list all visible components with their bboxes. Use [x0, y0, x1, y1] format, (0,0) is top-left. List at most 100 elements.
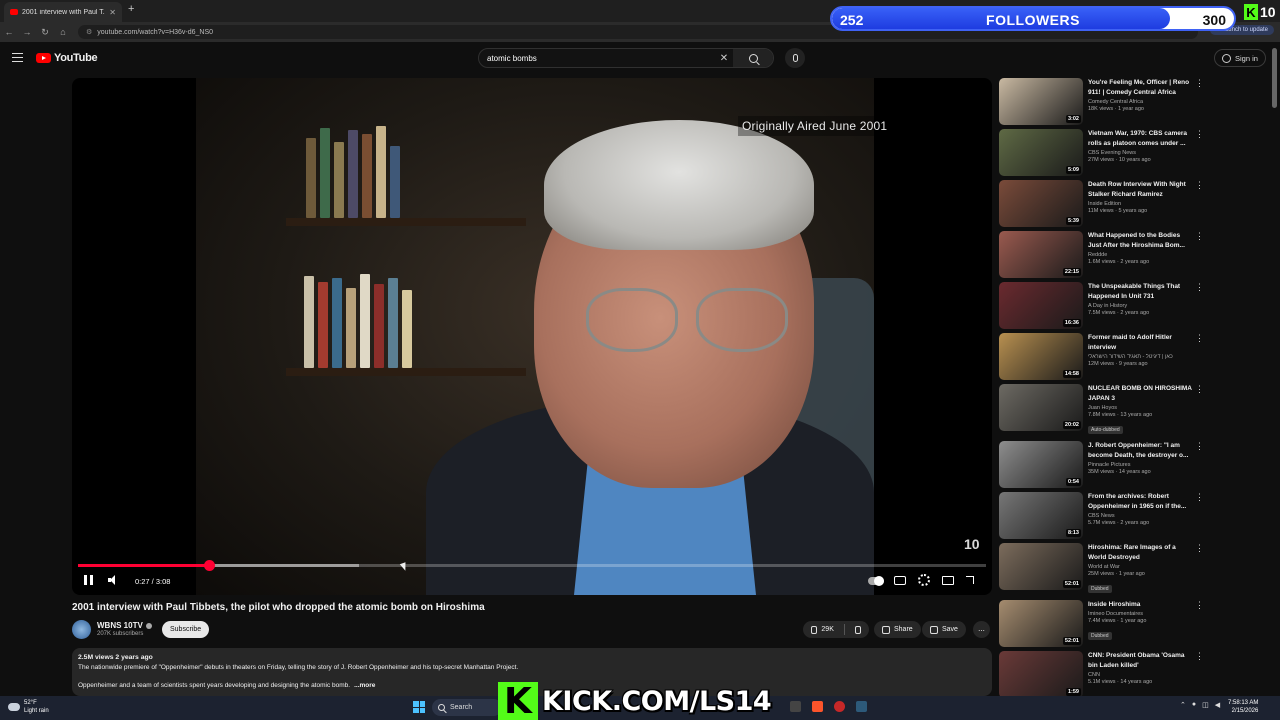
more-options-icon[interactable]: ⋮ — [1195, 78, 1204, 89]
channel-avatar[interactable] — [72, 620, 91, 639]
more-options-icon[interactable]: ⋮ — [1195, 600, 1204, 611]
recommendation-item[interactable]: 5:09 Vietnam War, 1970: CBS camera rolls … — [999, 129, 1209, 177]
autoplay-toggle-icon[interactable] — [868, 576, 884, 586]
progress-bar[interactable] — [78, 560, 986, 571]
recommendation-channel[interactable]: CNN — [1088, 672, 1192, 678]
more-options-icon[interactable]: ⋮ — [1195, 282, 1204, 293]
browser-tab[interactable]: 2001 interview with Paul T... ✕ — [4, 2, 122, 22]
home-icon[interactable]: ⌂ — [54, 27, 72, 37]
recommendation-title[interactable]: Former maid to Adolf Hitler interview — [1088, 333, 1192, 353]
video-thumbnail[interactable]: 5:39 — [999, 180, 1083, 227]
video-player[interactable]: Originally Aired June 2001 10 0:27 / 3:0… — [72, 78, 992, 595]
recommendation-title[interactable]: Inside Hiroshima — [1088, 600, 1192, 610]
pause-icon[interactable] — [84, 575, 93, 585]
settings-gear-icon[interactable] — [918, 574, 930, 586]
forward-icon[interactable]: → — [18, 27, 36, 37]
captions-icon[interactable] — [894, 576, 906, 585]
video-thumbnail[interactable]: 1:59 — [999, 651, 1083, 698]
recommendation-item[interactable]: 20:02 NUCLEAR BOMB ON HIROSHIMA JAPAN 3 Ju… — [999, 384, 1209, 434]
recommendation-title[interactable]: The Unspeakable Things That Happened In … — [1088, 282, 1192, 302]
recommendation-item[interactable]: 0:54 J. Robert Oppenheimer: "I am become … — [999, 441, 1209, 489]
back-icon[interactable]: ← — [0, 27, 18, 37]
recommendation-title[interactable]: J. Robert Oppenheimer: "I am become Deat… — [1088, 441, 1192, 461]
reload-icon[interactable]: ↻ — [36, 27, 54, 38]
new-tab-icon[interactable]: + — [128, 3, 134, 15]
recommendation-title[interactable]: Hiroshima: Rare Images of a World Destro… — [1088, 543, 1192, 563]
video-thumbnail[interactable]: 8:13 — [999, 492, 1083, 539]
recommendation-channel[interactable]: CBS Evening News — [1088, 150, 1192, 156]
show-more-link[interactable]: ...more — [354, 682, 375, 689]
more-options-icon[interactable]: ⋮ — [1195, 543, 1204, 554]
video-thumbnail[interactable]: 16:36 — [999, 282, 1083, 329]
more-options-icon[interactable]: ⋮ — [1195, 384, 1204, 395]
tray-chevron-icon[interactable]: ⌃ — [1180, 701, 1186, 709]
save-button[interactable]: Save — [922, 621, 966, 638]
recommendation-title[interactable]: Death Row Interview With Night Stalker R… — [1088, 180, 1192, 200]
recommendation-channel[interactable]: Pinnacle Pictures — [1088, 462, 1192, 468]
recommendation-channel[interactable]: A Day in History — [1088, 303, 1192, 309]
video-thumbnail[interactable]: 22:15 — [999, 231, 1083, 278]
search-input[interactable] — [479, 53, 715, 63]
recommendation-title[interactable]: What Happened to the Bodies Just After t… — [1088, 231, 1192, 251]
recommendation-item[interactable]: 3:02 You're Feeling Me, Officer | Reno 91… — [999, 78, 1209, 126]
video-thumbnail[interactable]: 52:01 — [999, 543, 1083, 590]
close-tab-icon[interactable]: ✕ — [109, 8, 116, 17]
video-thumbnail[interactable]: 52:01 — [999, 600, 1083, 647]
subscribe-button[interactable]: Subscribe — [162, 621, 210, 638]
brave-browser-icon[interactable] — [812, 701, 823, 712]
weather-widget[interactable]: 52°F Light rain — [8, 699, 49, 715]
network-icon[interactable]: ◫ — [1202, 701, 1209, 709]
recommendation-item[interactable]: 1:59 CNN: President Obama 'Osama bin Lade… — [999, 651, 1209, 699]
recommendation-item[interactable]: 16:36 The Unspeakable Things That Happene… — [999, 282, 1209, 330]
recommendation-channel[interactable]: Imineo Documentaires — [1088, 611, 1192, 617]
share-button[interactable]: Share — [874, 621, 921, 638]
video-thumbnail[interactable]: 0:54 — [999, 441, 1083, 488]
voice-search-button[interactable] — [785, 48, 805, 68]
video-thumbnail[interactable]: 20:02 — [999, 384, 1083, 431]
recommendation-channel[interactable]: כאן | דיגיטל - תאגיד השידור הישראלי — [1088, 354, 1192, 360]
recommendation-item[interactable]: 22:15 What Happened to the Bodies Just Af… — [999, 231, 1209, 279]
recommendation-item[interactable]: 8:13 From the archives: Robert Oppenheime… — [999, 492, 1209, 540]
more-options-icon[interactable]: ⋮ — [1195, 129, 1204, 140]
taskbar-app-icon[interactable] — [856, 701, 867, 712]
sign-in-button[interactable]: Sign in — [1214, 49, 1266, 67]
taskbar-clock[interactable]: 7:58:13 AM 2/15/2026 — [1228, 699, 1258, 715]
recommendation-channel[interactable]: Inside Edition — [1088, 201, 1192, 207]
more-options-icon[interactable]: ⋮ — [1195, 492, 1204, 503]
recommendation-item[interactable]: 5:39 Death Row Interview With Night Stalk… — [999, 180, 1209, 228]
video-thumbnail[interactable]: 14:58 — [999, 333, 1083, 380]
obs-icon[interactable] — [834, 701, 845, 712]
clear-search-icon[interactable]: ✕ — [715, 53, 733, 64]
scrubber-handle[interactable] — [203, 560, 215, 571]
windows-start-icon[interactable] — [413, 701, 425, 713]
recommendation-channel[interactable]: Juan Hoyos — [1088, 405, 1192, 411]
recommendation-title[interactable]: NUCLEAR BOMB ON HIROSHIMA JAPAN 3 — [1088, 384, 1192, 404]
youtube-logo[interactable]: YouTube — [36, 52, 98, 64]
site-info-icon[interactable]: ⚙ — [86, 28, 92, 36]
recommendation-title[interactable]: You're Feeling Me, Officer | Reno 911! |… — [1088, 78, 1192, 98]
recommendation-item[interactable]: 52:01 Hiroshima: Rare Images of a World D… — [999, 543, 1209, 593]
recommendation-title[interactable]: CNN: President Obama 'Osama bin Laden ki… — [1088, 651, 1192, 671]
taskbar-search[interactable]: Search — [432, 699, 502, 716]
more-actions-button[interactable]: ... — [973, 621, 990, 638]
recommendation-channel[interactable]: Comedy Central Africa — [1088, 99, 1192, 105]
more-options-icon[interactable]: ⋮ — [1195, 441, 1204, 452]
fullscreen-icon[interactable] — [966, 576, 974, 584]
recommendation-title[interactable]: From the archives: Robert Oppenheimer in… — [1088, 492, 1192, 512]
taskbar-app-icon[interactable] — [790, 701, 801, 712]
recommendation-channel[interactable]: Reddde — [1088, 252, 1192, 258]
volume-icon[interactable] — [108, 575, 120, 585]
recommendation-channel[interactable]: CBS News — [1088, 513, 1192, 519]
video-thumbnail[interactable]: 5:09 — [999, 129, 1083, 176]
like-count[interactable]: 29K — [821, 626, 833, 633]
recommendation-item[interactable]: 52:01 Inside Hiroshima Imineo Documentaire… — [999, 600, 1209, 648]
channel-name[interactable]: WBNS 10TV — [97, 621, 152, 630]
hamburger-menu-icon[interactable] — [12, 53, 23, 62]
thumbs-up-icon[interactable] — [811, 625, 818, 634]
volume-tray-icon[interactable]: ◀ — [1215, 701, 1220, 709]
more-options-icon[interactable]: ⋮ — [1195, 231, 1204, 242]
tray-mic-icon[interactable]: ● — [1192, 701, 1196, 709]
recommendation-channel[interactable]: World at War — [1088, 564, 1192, 570]
recommendation-item[interactable]: 14:58 Former maid to Adolf Hitler intervi… — [999, 333, 1209, 381]
more-options-icon[interactable]: ⋮ — [1195, 180, 1204, 191]
